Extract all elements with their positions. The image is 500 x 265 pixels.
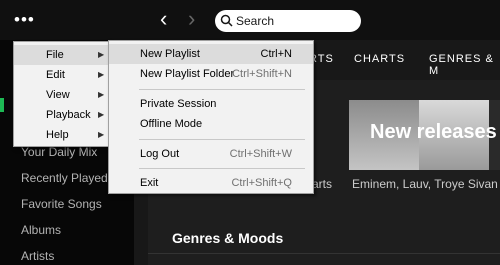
new-releases-title[interactable]: New releases	[370, 121, 497, 144]
menu-item-label: View	[46, 89, 70, 101]
menu-item-edit[interactable]: Edit ▶	[14, 65, 109, 85]
menu-item-label: Private Session	[140, 98, 217, 110]
search-icon	[220, 14, 233, 27]
divider	[148, 253, 500, 254]
search-placeholder: Search	[236, 14, 275, 28]
submenu-arrow-icon: ▶	[98, 50, 105, 59]
genres-moods-heading: Genres & Moods	[172, 230, 284, 246]
submenu-arrow-icon: ▶	[98, 90, 105, 99]
menu-item-private-session[interactable]: Private Session	[109, 94, 313, 114]
sidebar-item-artists[interactable]: Artists	[21, 249, 54, 263]
menu-item-label: File	[46, 49, 64, 61]
menu-item-offline-mode[interactable]: Offline Mode	[109, 114, 313, 134]
more-menu-icon[interactable]: •••	[14, 10, 35, 30]
menu-item-label: Exit	[140, 177, 159, 189]
shortcut-label: Ctrl+Shift+W	[229, 148, 292, 160]
menu-item-new-playlist[interactable]: New Playlist Ctrl+N	[109, 44, 313, 64]
menu-item-label: Log Out	[140, 148, 180, 160]
menu-item-help[interactable]: Help ▶	[14, 125, 109, 145]
tab-genres[interactable]: GENRES & M	[429, 53, 500, 77]
menu-separator	[139, 89, 305, 90]
app-menu: File ▶ Edit ▶ View ▶ Playback ▶ Help ▶	[13, 41, 110, 147]
forward-arrow-icon[interactable]: ›	[188, 7, 195, 31]
sidebar-item-daily-mix[interactable]: Your Daily Mix	[21, 145, 97, 159]
menu-item-label: Offline Mode	[140, 118, 203, 130]
menu-item-label: Playback	[46, 109, 91, 121]
shortcut-label: Ctrl+Shift+Q	[231, 177, 292, 189]
search-input[interactable]: Search	[215, 10, 361, 32]
menu-separator	[139, 168, 305, 169]
new-releases-caption: Eminem, Lauv, Troye Sivan	[352, 177, 498, 191]
charts-caption: arts	[312, 177, 333, 191]
submenu-arrow-icon: ▶	[98, 70, 105, 79]
sidebar-item-recently-played[interactable]: Recently Played	[21, 171, 108, 185]
menu-item-label: Edit	[46, 69, 65, 81]
menu-item-view[interactable]: View ▶	[14, 85, 109, 105]
submenu-arrow-icon: ▶	[98, 110, 105, 119]
back-arrow-icon[interactable]: ‹	[160, 7, 167, 31]
menu-item-file[interactable]: File ▶	[14, 45, 109, 65]
shortcut-label: Ctrl+Shift+N	[232, 68, 292, 80]
menu-item-log-out[interactable]: Log Out Ctrl+Shift+W	[109, 144, 313, 164]
menu-item-label: Help	[46, 129, 69, 141]
top-bar: ••• ‹ › Search	[0, 0, 500, 40]
sidebar-item-albums[interactable]: Albums	[21, 223, 61, 237]
menu-item-playback[interactable]: Playback ▶	[14, 105, 109, 125]
menu-item-label: New Playlist Folder	[140, 68, 235, 80]
menu-item-label: New Playlist	[140, 48, 200, 60]
menu-separator	[139, 139, 305, 140]
submenu-arrow-icon: ▶	[98, 130, 105, 139]
menu-item-new-playlist-folder[interactable]: New Playlist Folder Ctrl+Shift+N	[109, 64, 313, 84]
shortcut-label: Ctrl+N	[260, 48, 292, 60]
sidebar-item-favorite-songs[interactable]: Favorite Songs	[21, 197, 102, 211]
active-indicator	[0, 98, 4, 112]
file-submenu: New Playlist Ctrl+N New Playlist Folder …	[108, 40, 314, 194]
tab-charts[interactable]: CHARTS	[354, 53, 405, 65]
menu-item-exit[interactable]: Exit Ctrl+Shift+Q	[109, 173, 313, 193]
